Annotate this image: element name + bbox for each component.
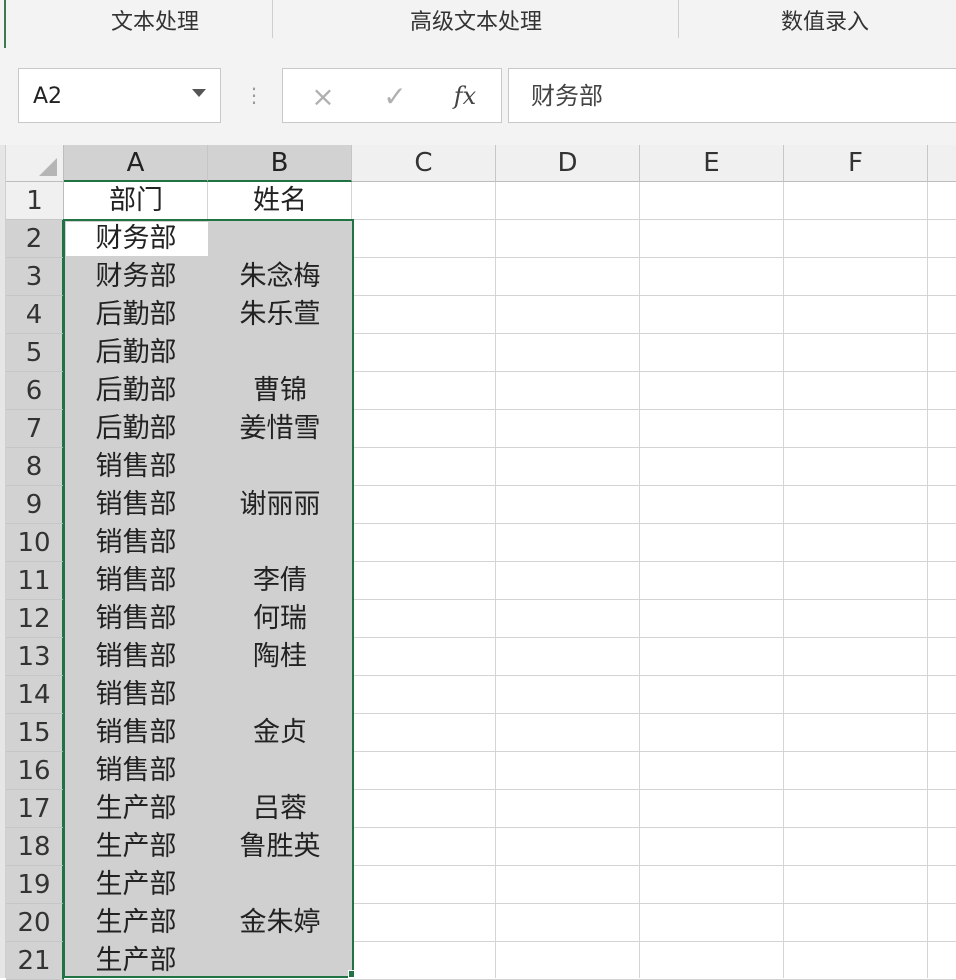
row-header-21[interactable]: 21 (6, 942, 64, 980)
column-header-e[interactable]: E (640, 145, 784, 182)
row-header-4[interactable]: 4 (6, 296, 64, 334)
row-header-1[interactable]: 1 (6, 182, 64, 220)
column-header-g[interactable] (928, 145, 956, 182)
row-header-9[interactable]: 9 (6, 486, 64, 524)
name-box-value: A2 (33, 84, 63, 109)
ribbon-separator (272, 0, 273, 38)
row-header-8[interactable]: 8 (6, 448, 64, 486)
select-all-button[interactable] (6, 145, 64, 182)
fill-handle[interactable] (348, 970, 355, 978)
row-header-14[interactable]: 14 (6, 676, 64, 714)
ribbon-group-advanced-text[interactable]: 高级文本处理 (276, 8, 676, 38)
row-header-20[interactable]: 20 (6, 904, 64, 942)
ribbon-group-text-processing[interactable]: 文本处理 (40, 8, 270, 38)
column-header-c[interactable]: C (352, 145, 496, 182)
row-header-16[interactable]: 16 (6, 752, 64, 790)
row-header-5[interactable]: 5 (6, 334, 64, 372)
column-gridline (639, 182, 640, 978)
column-header-a[interactable]: A (64, 145, 208, 182)
column-header-d[interactable]: D (496, 145, 640, 182)
row-header-12[interactable]: 12 (6, 600, 64, 638)
column-gridline (495, 182, 496, 978)
row-header-11[interactable]: 11 (6, 562, 64, 600)
insert-function-icon[interactable]: fx (445, 69, 485, 124)
chevron-down-icon[interactable] (192, 89, 206, 97)
row-header-17[interactable]: 17 (6, 790, 64, 828)
window-edge (4, 0, 6, 48)
worksheet-grid[interactable]: ABCDEF 1 2 3 4 5 6 7 8 9 10 11 12 13 14 15 16 17 18 19 20 21… (0, 145, 956, 980)
selection-border (63, 219, 354, 978)
row-header-15[interactable]: 15 (6, 714, 64, 752)
row-header-2[interactable]: 2 (6, 220, 64, 258)
ribbon-group-bar: 文本处理 高级文本处理 数值录入 (0, 0, 956, 48)
select-all-triangle-icon (39, 158, 57, 176)
column-header-f[interactable]: F (784, 145, 928, 182)
column-gridline (783, 182, 784, 978)
formula-input[interactable]: 财务部 (508, 68, 956, 123)
header-cell[interactable]: 姓名 (208, 182, 352, 220)
ribbon-group-number-entry[interactable]: 数值录入 (690, 8, 956, 38)
column-gridline (927, 182, 928, 978)
name-box[interactable]: A2 (18, 68, 221, 123)
row-header-7[interactable]: 7 (6, 410, 64, 448)
column-header-b[interactable]: B (208, 145, 352, 182)
formula-buttons: × ✓ fx (282, 68, 502, 123)
row-header-19[interactable]: 19 (6, 866, 64, 904)
enter-check-icon[interactable]: ✓ (375, 69, 415, 124)
row-header-6[interactable]: 6 (6, 372, 64, 410)
header-cell[interactable]: 部门 (64, 182, 208, 220)
row-header-13[interactable]: 13 (6, 638, 64, 676)
row-header-18[interactable]: 18 (6, 828, 64, 866)
row-header-3[interactable]: 3 (6, 258, 64, 296)
ribbon-separator (678, 0, 679, 38)
row-header-10[interactable]: 10 (6, 524, 64, 562)
formula-input-value: 财务部 (531, 82, 603, 110)
cancel-icon[interactable]: × (303, 69, 343, 124)
more-options-icon[interactable]: ⋮ (244, 80, 264, 110)
